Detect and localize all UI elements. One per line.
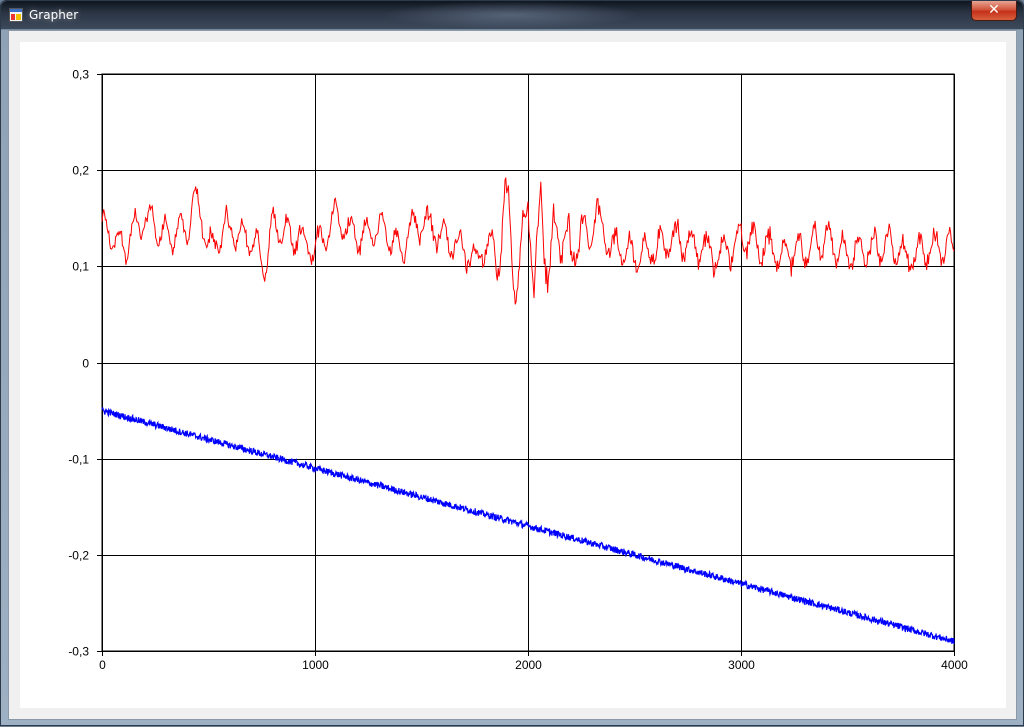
y-tick-label: 0,3	[72, 68, 89, 82]
y-tick-label: 0	[82, 357, 89, 371]
x-tick-label: 2000	[515, 658, 542, 672]
y-tick-label: -0,1	[68, 453, 89, 467]
y-tick-label: -0,3	[68, 645, 89, 659]
x-tick-label: 1000	[302, 658, 329, 672]
y-tick-label: 0,1	[72, 260, 89, 274]
x-tick-label: 0	[99, 658, 106, 672]
x-tick-label: 4000	[941, 658, 968, 672]
x-tick-label: 3000	[728, 658, 755, 672]
y-tick-label: -0,2	[68, 549, 89, 563]
grapher-window: Grapher ✕ 0 1000 2000 3000 4000 0,3 0,2 0,1 0 -0,…	[0, 0, 1024, 726]
y-tick-label: 0,2	[72, 164, 89, 178]
line-chart: 0 1000 2000 3000 4000 0,3 0,2 0,1 0 -0,1 -0,2 -0,3	[68, 68, 968, 673]
